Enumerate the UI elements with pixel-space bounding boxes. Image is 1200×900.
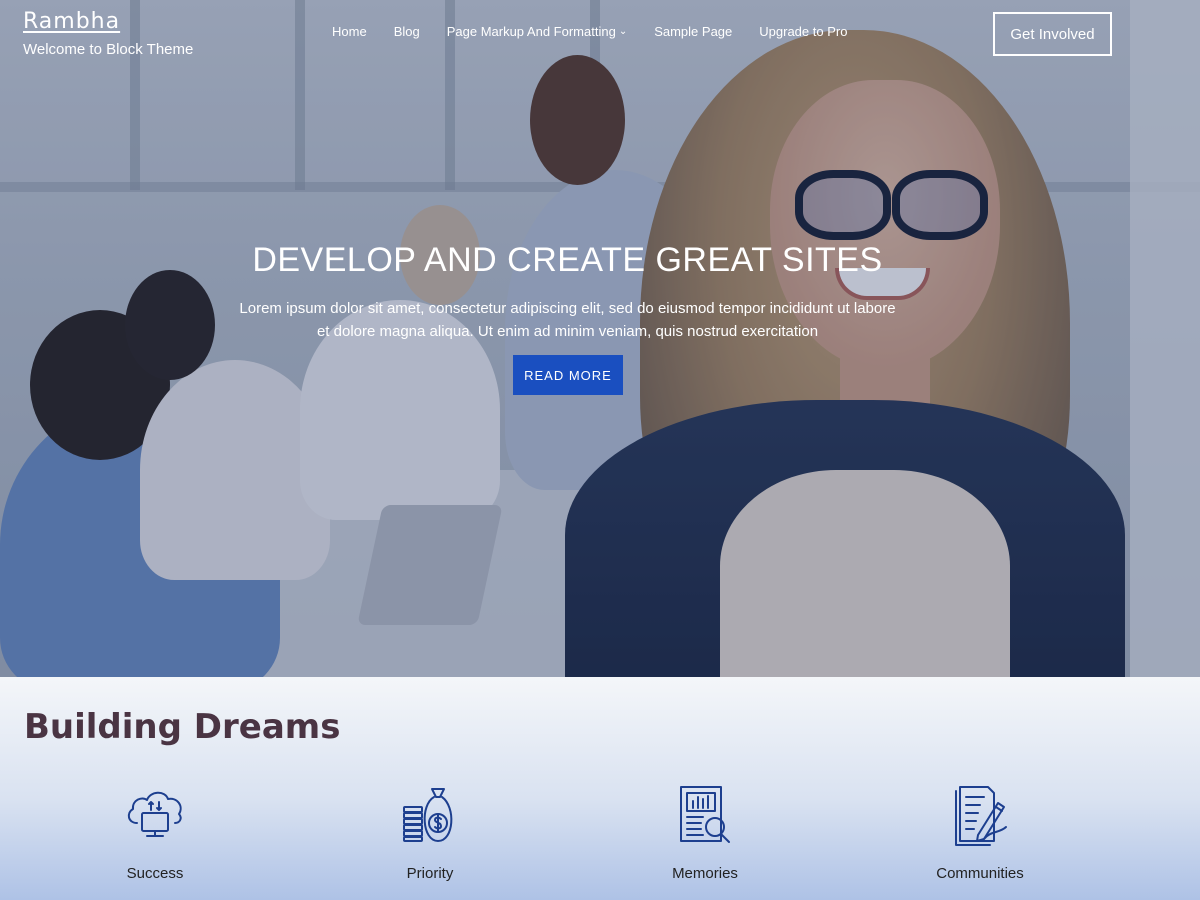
site-tagline: Welcome to Block Theme [23, 41, 194, 58]
nav-item-sample-page[interactable]: Sample Page [654, 24, 732, 39]
nav-item-label: Upgrade to Pro [759, 24, 848, 39]
main-nav: Home Blog Page Markup And Formatting ⌄ Sa… [332, 24, 874, 39]
document-pen-icon [955, 786, 1007, 846]
nav-item-label: Page Markup And Formatting [446, 24, 616, 39]
cloud-computer-icon [127, 791, 182, 837]
feature-memories[interactable]: Memories [595, 783, 815, 882]
section-title: Building Dreams [24, 707, 341, 747]
hero-text: Lorem ipsum dolor sit amet, consectetur … [239, 300, 896, 340]
nav-item-blog[interactable]: Blog [394, 24, 420, 39]
nav-item-page-markup[interactable]: Page Markup And Formatting ⌄ [447, 24, 627, 39]
report-magnifier-icon [680, 786, 730, 843]
feature-label: Communities [936, 865, 1024, 882]
nav-item-label: Blog [393, 24, 420, 39]
feature-communities[interactable]: Communities [870, 783, 1090, 882]
hero-banner: Rambha Welcome to Block Theme Home Blog … [0, 0, 1200, 677]
money-bag-icon [403, 788, 453, 842]
feature-label: Priority [406, 865, 454, 882]
nav-item-home[interactable]: Home [332, 24, 367, 39]
feature-success[interactable]: Success [45, 783, 265, 882]
feature-label: Success [126, 865, 184, 882]
hero-title: DEVELOP AND CREATE GREAT SITES [252, 241, 883, 279]
read-more-button[interactable]: READ MORE [513, 355, 623, 395]
chevron-down-icon: ⌄ [618, 26, 628, 37]
get-involved-button[interactable]: Get Involved [993, 12, 1112, 56]
feature-label: Memories [672, 865, 738, 882]
nav-item-label: Sample Page [654, 24, 733, 39]
feature-priority[interactable]: Priority [320, 783, 540, 882]
nav-item-label: Home [332, 24, 367, 39]
site-title[interactable]: Rambha [23, 9, 120, 34]
features-section: Building Dreams Success Priority Memorie… [0, 677, 1200, 900]
nav-item-upgrade[interactable]: Upgrade to Pro [759, 24, 847, 39]
